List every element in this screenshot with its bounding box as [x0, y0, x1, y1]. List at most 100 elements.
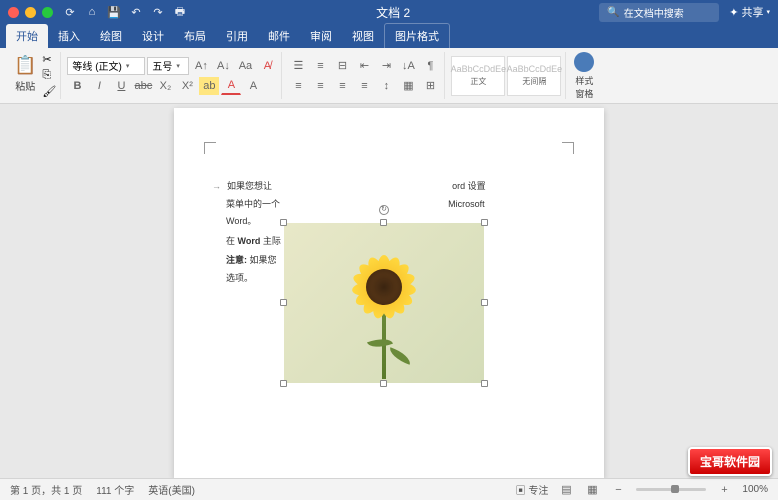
justify-button[interactable]: ≡: [354, 77, 374, 95]
clipboard-group: 📋 粘贴 ✂ ⎘ 🖌: [6, 52, 61, 99]
quick-access-toolbar: ⟳ ⌂ 💾 ↶ ↷ 🖶: [63, 5, 187, 19]
resize-handle-tm[interactable]: [380, 219, 387, 226]
zoom-percent[interactable]: 100%: [742, 484, 768, 495]
rotate-handle[interactable]: [379, 205, 389, 215]
font-color-button[interactable]: A: [221, 77, 241, 95]
resize-handle-tr[interactable]: [481, 219, 488, 226]
document-workspace[interactable]: →如果您想让XXXXXXXXXXXXXXXXXXXXXXXXXXXXXXord …: [0, 104, 778, 478]
zoom-slider-thumb[interactable]: [671, 485, 679, 493]
font-name-dropdown[interactable]: 等线 (正文)▾: [67, 57, 145, 75]
numbering-button[interactable]: ≡: [310, 57, 330, 75]
italic-button[interactable]: I: [89, 77, 109, 95]
tab-mark-icon: →: [212, 181, 221, 191]
statusbar: 第 1 页，共 1 页 111 个字 英语(美国) ▣ 专注 ▤ ▦ − + 1…: [0, 478, 778, 500]
tab-design[interactable]: 设计: [132, 24, 174, 48]
window-controls: [8, 7, 53, 18]
resize-handle-bl[interactable]: [280, 380, 287, 387]
resize-handle-bm[interactable]: [380, 380, 387, 387]
align-center-button[interactable]: ≡: [310, 77, 330, 95]
text-effects-button[interactable]: A: [243, 77, 263, 95]
chevron-down-icon: ▾: [766, 8, 770, 16]
tab-mailings[interactable]: 邮件: [258, 24, 300, 48]
change-case-button[interactable]: Aa: [235, 57, 255, 75]
copy-icon[interactable]: ⎘: [42, 69, 56, 83]
minimize-window-button[interactable]: [25, 7, 36, 18]
resize-handle-mr[interactable]: [481, 299, 488, 306]
resize-handle-br[interactable]: [481, 380, 488, 387]
document-page[interactable]: →如果您想让XXXXXXXXXXXXXXXXXXXXXXXXXXXXXXord …: [174, 108, 604, 478]
zoom-out-button[interactable]: −: [610, 483, 626, 497]
increase-font-button[interactable]: A↑: [191, 57, 211, 75]
shading-button[interactable]: ▦: [398, 77, 418, 95]
leaf-shape: [387, 347, 413, 365]
strikethrough-button[interactable]: abc: [133, 77, 153, 95]
style-normal[interactable]: AaBbCcDdEe 正文: [451, 56, 505, 96]
zoom-slider[interactable]: [636, 488, 706, 491]
tab-view[interactable]: 视图: [342, 24, 384, 48]
home-icon[interactable]: ⌂: [85, 5, 99, 19]
search-input[interactable]: 🔍 在文档中搜索: [599, 3, 719, 22]
tab-review[interactable]: 审阅: [300, 24, 342, 48]
align-left-button[interactable]: ≡: [288, 77, 308, 95]
style-no-spacing[interactable]: AaBbCcDdEe 无间隔: [507, 56, 561, 96]
tab-home[interactable]: 开始: [6, 24, 48, 48]
sort-button[interactable]: ↓A: [398, 57, 418, 75]
undo-icon[interactable]: ↶: [129, 5, 143, 19]
redo-icon[interactable]: ↷: [151, 5, 165, 19]
font-group: 等线 (正文)▾ 五号▾ A↑ A↓ Aa A̸ B I U abc X₂ X²…: [63, 52, 282, 99]
show-marks-button[interactable]: ¶: [420, 57, 440, 75]
print-layout-view-button[interactable]: ▤: [558, 483, 574, 497]
search-placeholder: 在文档中搜索: [624, 5, 684, 20]
resize-handle-ml[interactable]: [280, 299, 287, 306]
titlebar: ⟳ ⌂ 💾 ↶ ↷ 🖶 文档 2 🔍 在文档中搜索 ✦ 共享 ▾: [0, 0, 778, 24]
tab-insert[interactable]: 插入: [48, 24, 90, 48]
save-icon[interactable]: 💾: [107, 5, 121, 19]
format-painter-icon[interactable]: 🖌: [42, 85, 56, 99]
focus-mode-button[interactable]: ▣ 专注: [516, 482, 549, 497]
share-button[interactable]: ✦ 共享 ▾: [729, 4, 770, 20]
margin-crop-tl: [204, 142, 216, 154]
paste-button[interactable]: 📋 粘贴: [10, 53, 40, 95]
selected-image[interactable]: [284, 223, 484, 383]
print-icon[interactable]: 🖶: [173, 5, 187, 19]
page-count[interactable]: 第 1 页，共 1 页: [10, 482, 82, 497]
resize-handle-tl[interactable]: [280, 219, 287, 226]
close-window-button[interactable]: [8, 7, 19, 18]
sunflower-image[interactable]: [284, 223, 484, 383]
borders-button[interactable]: ⊞: [420, 77, 440, 95]
styles-pane-button[interactable]: 样式 窗格: [568, 50, 600, 102]
increase-indent-button[interactable]: ⇥: [376, 57, 396, 75]
bold-button[interactable]: B: [67, 77, 87, 95]
clear-formatting-button[interactable]: A̸: [257, 57, 277, 75]
cut-icon[interactable]: ✂: [42, 53, 56, 67]
tab-references[interactable]: 引用: [216, 24, 258, 48]
watermark-badge: 宝哥软件园: [688, 447, 772, 476]
chevron-down-icon: ▾: [126, 62, 130, 70]
autosave-icon[interactable]: ⟳: [63, 5, 77, 19]
underline-button[interactable]: U: [111, 77, 131, 95]
align-right-button[interactable]: ≡: [332, 77, 352, 95]
tab-picture-format[interactable]: 图片格式: [384, 23, 450, 48]
zoom-in-button[interactable]: +: [716, 483, 732, 497]
language[interactable]: 英语(美国): [148, 482, 195, 497]
subscript-button[interactable]: X₂: [155, 77, 175, 95]
highlight-button[interactable]: ab: [199, 77, 219, 95]
decrease-indent-button[interactable]: ⇤: [354, 57, 374, 75]
line-spacing-button[interactable]: ↕: [376, 77, 396, 95]
search-icon: 🔍: [607, 7, 619, 18]
decrease-font-button[interactable]: A↓: [213, 57, 233, 75]
maximize-window-button[interactable]: [42, 7, 53, 18]
styles-group: AaBbCcDdEe 正文 AaBbCcDdEe 无间隔: [447, 52, 566, 99]
styles-pane-icon: [574, 52, 594, 72]
bullets-button[interactable]: ☰: [288, 57, 308, 75]
paragraph-group: ☰ ≡ ⊟ ⇤ ⇥ ↓A ¶ ≡ ≡ ≡ ≡ ↕ ▦ ⊞: [284, 52, 445, 99]
font-size-dropdown[interactable]: 五号▾: [147, 57, 189, 75]
superscript-button[interactable]: X²: [177, 77, 197, 95]
tab-draw[interactable]: 绘图: [90, 24, 132, 48]
web-layout-view-button[interactable]: ▦: [584, 483, 600, 497]
word-count[interactable]: 111 个字: [96, 482, 134, 497]
ribbon: 📋 粘贴 ✂ ⎘ 🖌 等线 (正文)▾ 五号▾ A↑ A↓ Aa A̸ B: [0, 48, 778, 104]
tab-layout[interactable]: 布局: [174, 24, 216, 48]
share-icon: ✦: [729, 6, 738, 19]
multilevel-button[interactable]: ⊟: [332, 57, 352, 75]
